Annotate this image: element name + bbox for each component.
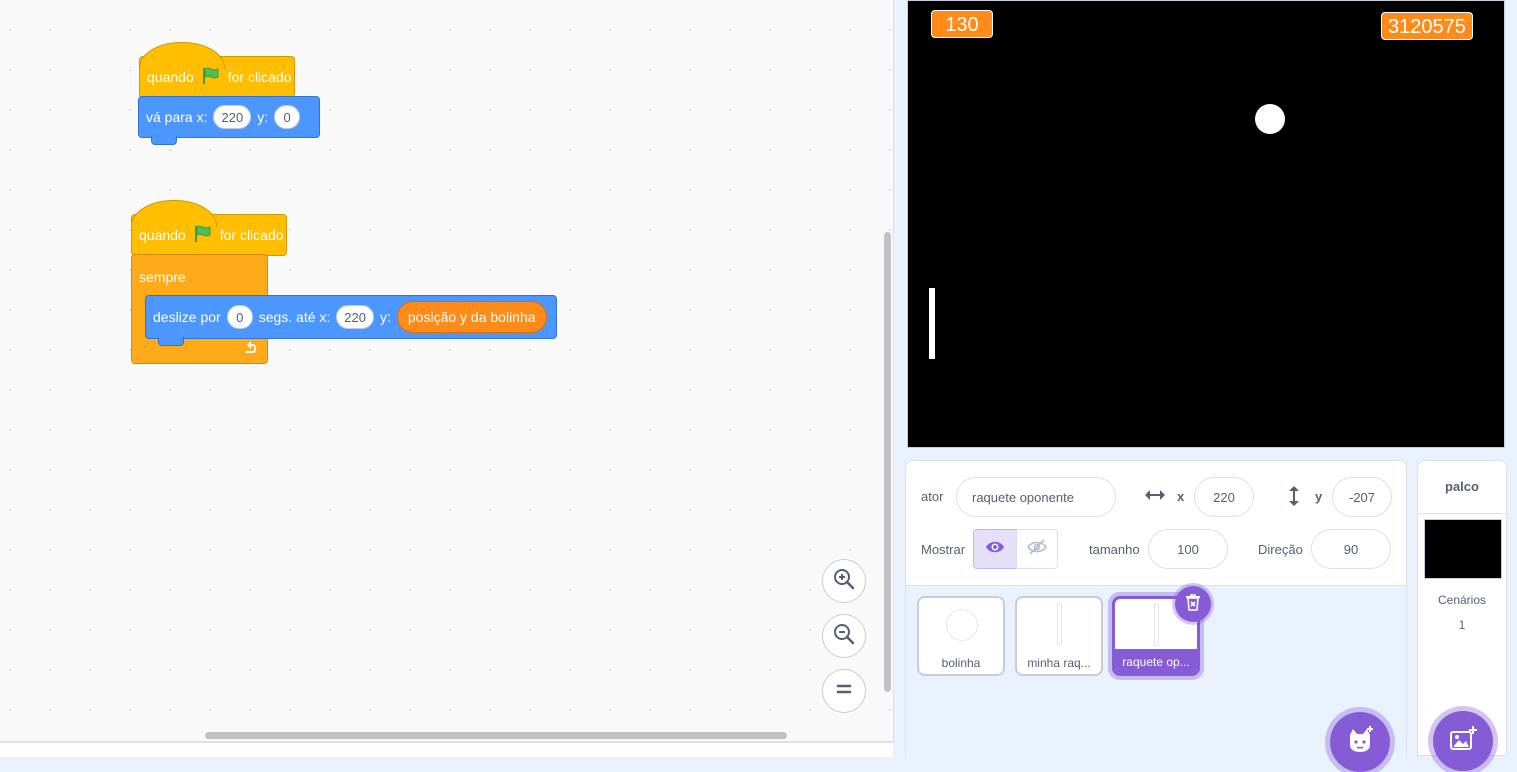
variable-monitor-left[interactable]: 130 (931, 10, 993, 38)
backdrop-thumbnail[interactable] (1424, 519, 1502, 579)
backdrops-count: 1 (1458, 618, 1466, 632)
backdrops-label: Cenários (1437, 593, 1487, 607)
sprite-name: minha raq... (1027, 656, 1091, 670)
goto-y-input[interactable]: 0 (274, 105, 301, 129)
sprite-name-value: raquete oponente (972, 489, 1074, 505)
x-value: 220 (1213, 489, 1235, 505)
image-plus-icon (1448, 725, 1478, 758)
stage-pane-title: palco (1445, 479, 1479, 494)
hat-suffix: for clicado (219, 227, 284, 243)
green-flag-icon (193, 225, 213, 246)
player-paddle-sprite[interactable] (929, 288, 935, 359)
eye-icon (985, 540, 1005, 559)
stage-target-pane[interactable]: palco Cenários 1 (1417, 460, 1507, 771)
show-hidden-button[interactable] (1016, 529, 1058, 569)
sprite-label: ator (921, 489, 944, 504)
direction-input[interactable]: 90 (1311, 529, 1391, 569)
opponent-paddle-sprite[interactable] (1479, 447, 1483, 448)
paddle-thumbnail (1155, 605, 1158, 645)
delete-sprite-button[interactable] (1175, 586, 1211, 622)
ball-sprite[interactable] (1255, 104, 1285, 134)
goto-y-label: y: (257, 109, 269, 125)
horizontal-arrows-icon (1144, 487, 1166, 508)
y-value: -207 (1348, 489, 1376, 505)
y-input[interactable]: -207 (1332, 477, 1392, 517)
size-value: 100 (1177, 541, 1199, 557)
choose-sprite-button[interactable] (1330, 712, 1390, 772)
sprite-name-input[interactable]: raquete oponente (956, 477, 1116, 517)
size-label: tamanho (1089, 542, 1140, 557)
hat-prefix: quando (147, 69, 194, 85)
code-workspace[interactable]: quando for clicado vá para x: 220 y: 0 q… (0, 0, 894, 742)
direction-value: 90 (1343, 541, 1359, 557)
glide-x-input[interactable]: 220 (336, 305, 374, 329)
sprite-name: raquete op... (1122, 655, 1190, 669)
x-label: x (1177, 489, 1185, 504)
glide-label: deslize por (153, 309, 221, 325)
zoom-reset-button[interactable] (822, 669, 866, 713)
zoom-in-icon (833, 568, 855, 595)
glide-to-xy-block[interactable]: deslize por 0 segs. até x: 220 y: posiçã… (145, 295, 557, 346)
direction-label: Direção (1258, 542, 1303, 557)
cat-plus-icon (1345, 725, 1375, 760)
paddle-thumbnail (1058, 604, 1061, 644)
y-label: y (1315, 489, 1323, 504)
vertical-arrows-icon (1286, 485, 1302, 512)
glide-secs-input[interactable]: 0 (226, 305, 253, 329)
variable-monitor-right[interactable]: 3120575 (1381, 12, 1473, 40)
sprite-tile-bolinha[interactable]: bolinha (917, 596, 1005, 676)
goto-x-input[interactable]: 220 (213, 105, 252, 129)
show-visible-button[interactable] (973, 529, 1017, 569)
show-label: Mostrar (921, 542, 966, 557)
stage[interactable]: 130 3120575 (907, 0, 1505, 448)
y-position-of-ball-reporter[interactable]: posição y da bolinha (396, 301, 547, 333)
green-flag-icon (201, 67, 221, 88)
sprite-tile-minha-raquete[interactable]: minha raq... (1015, 596, 1103, 676)
go-to-label: vá para x: (146, 109, 208, 125)
trash-icon (1185, 593, 1201, 616)
go-to-xy-block[interactable]: vá para x: 220 y: 0 (138, 96, 320, 145)
vertical-scrollbar[interactable] (884, 232, 891, 692)
size-input[interactable]: 100 (1148, 529, 1228, 569)
when-flag-clicked-block[interactable]: quando for clicado (139, 42, 295, 98)
zoom-in-button[interactable] (822, 559, 866, 603)
sprite-info-panel: ator raquete oponente x 220 y -207 Mostr… (905, 460, 1407, 586)
equals-icon (835, 682, 853, 701)
sprite-name: bolinha (941, 656, 981, 670)
code-area-footer (0, 742, 893, 757)
sprite-list: bolinha minha raq... raquete op... (905, 586, 1407, 772)
hat-suffix: for clicado (227, 69, 292, 85)
ball-thumbnail (947, 610, 977, 640)
zoom-out-icon (833, 623, 855, 650)
horizontal-scrollbar[interactable] (205, 732, 787, 739)
hat-prefix: quando (139, 227, 186, 243)
zoom-out-button[interactable] (822, 614, 866, 658)
forever-label: sempre (139, 269, 186, 285)
eye-slash-icon (1027, 538, 1047, 560)
choose-backdrop-button[interactable] (1433, 711, 1493, 771)
x-input[interactable]: 220 (1194, 477, 1254, 517)
loop-arrow-icon (243, 340, 259, 357)
glide-to-label: segs. até x: (258, 309, 331, 325)
glide-y-label: y: (380, 309, 391, 325)
when-flag-clicked-block-2[interactable]: quando for clicado (131, 200, 287, 256)
